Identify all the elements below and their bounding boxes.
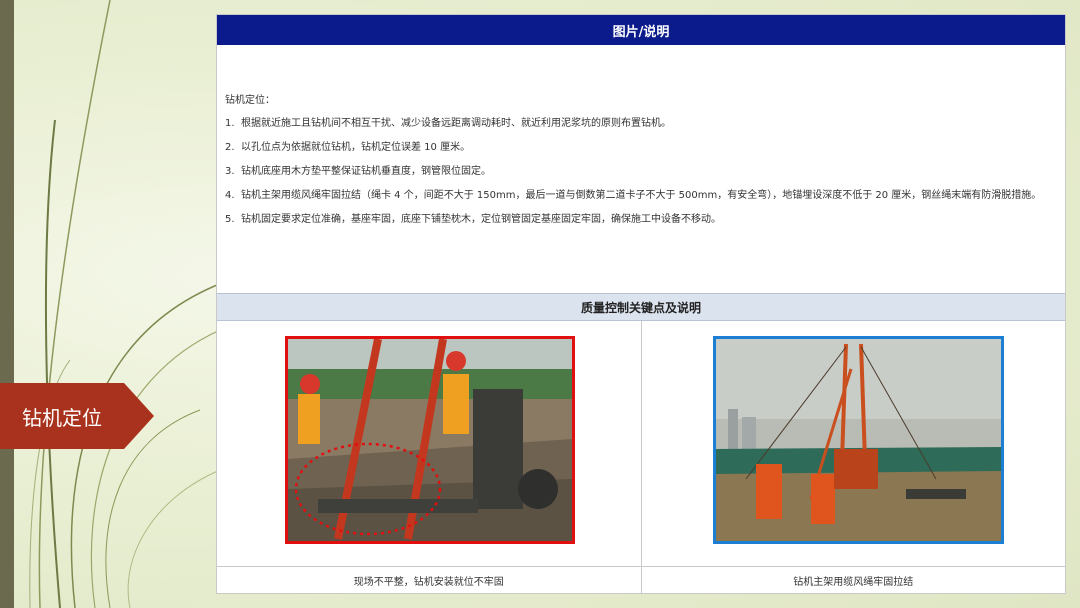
quality-control-header-label: 质量控制关键点及说明 bbox=[580, 300, 701, 315]
list-item-text: 根据就近施工且钻机间不相互干扰、减少设备远距离调动耗时、就近利用泥浆坑的原则布置… bbox=[241, 118, 671, 129]
photo-drill-guy-ropes bbox=[712, 336, 1004, 544]
panel-header: 图片/说明 bbox=[217, 15, 1065, 45]
photo-caption-right-text: 钻机主架用缆风绳牢固拉结 bbox=[793, 577, 914, 588]
photo-drill-uneven-site bbox=[285, 336, 575, 544]
content-panel: 图片/说明 钻机定位： 1. 根据就近施工且钻机间不相互干扰、减少设备远距离调动… bbox=[216, 14, 1066, 594]
slide-title-tag: 钻机定位 bbox=[0, 383, 154, 449]
list-item: 2. 以孔位点为依据就位钻机，钻机定位误差 10 厘米。 bbox=[225, 140, 1055, 155]
photo-caption-left-text: 现场不平整，钻机安装就位不牢固 bbox=[353, 577, 504, 588]
list-item: 4. 钻机主架用缆风绳牢固拉结（绳卡 4 个，间距不大于 150mm，最后一道与… bbox=[225, 188, 1055, 203]
list-item-text: 以孔位点为依据就位钻机，钻机定位误差 10 厘米。 bbox=[241, 142, 471, 153]
quality-control-header: 质量控制关键点及说明 bbox=[217, 293, 1065, 321]
list-item-text: 钻机固定要求定位准确，基座牢固，底座下铺垫枕木，定位钢管固定基座固定牢固，确保施… bbox=[241, 214, 721, 225]
list-item-number: 4. bbox=[225, 190, 235, 201]
photo-caption-left: 现场不平整，钻机安装就位不牢固 bbox=[217, 566, 641, 594]
list-item: 1. 根据就近施工且钻机间不相互干扰、减少设备远距离调动耗时、就近利用泥浆坑的原… bbox=[225, 116, 1055, 131]
panel-header-label: 图片/说明 bbox=[612, 24, 670, 40]
list-item-number: 2. bbox=[225, 142, 235, 153]
description: 钻机定位： 1. 根据就近施工且钻机间不相互干扰、减少设备远距离调动耗时、就近利… bbox=[217, 45, 1065, 227]
photo-cell-left: 现场不平整，钻机安装就位不牢固 bbox=[217, 321, 641, 593]
list-item: 3. 钻机底座用木方垫平整保证钻机垂直度，钢管限位固定。 bbox=[225, 164, 1055, 179]
list-item-number: 1. bbox=[225, 118, 235, 129]
slide-title: 钻机定位 bbox=[22, 405, 102, 430]
photo-cell-right: 钻机主架用缆风绳牢固拉结 bbox=[640, 321, 1065, 594]
photo-grid: 现场不平整，钻机安装就位不牢固 钻机主架用缆风绳牢固拉结 bbox=[217, 321, 1065, 593]
list-item-number: 3. bbox=[225, 166, 235, 177]
list-item-number: 5. bbox=[225, 214, 235, 225]
list-item: 5. 钻机固定要求定位准确，基座牢固，底座下铺垫枕木，定位钢管固定基座固定牢固，… bbox=[225, 212, 1055, 227]
list-item-text: 钻机主架用缆风绳牢固拉结（绳卡 4 个，间距不大于 150mm，最后一道与倒数第… bbox=[241, 190, 1042, 201]
decorative-curves bbox=[29, 0, 231, 608]
photo-caption-right: 钻机主架用缆风绳牢固拉结 bbox=[641, 566, 1065, 594]
description-intro: 钻机定位： bbox=[225, 95, 275, 106]
list-item-text: 钻机底座用木方垫平整保证钻机垂直度，钢管限位固定。 bbox=[241, 166, 491, 177]
